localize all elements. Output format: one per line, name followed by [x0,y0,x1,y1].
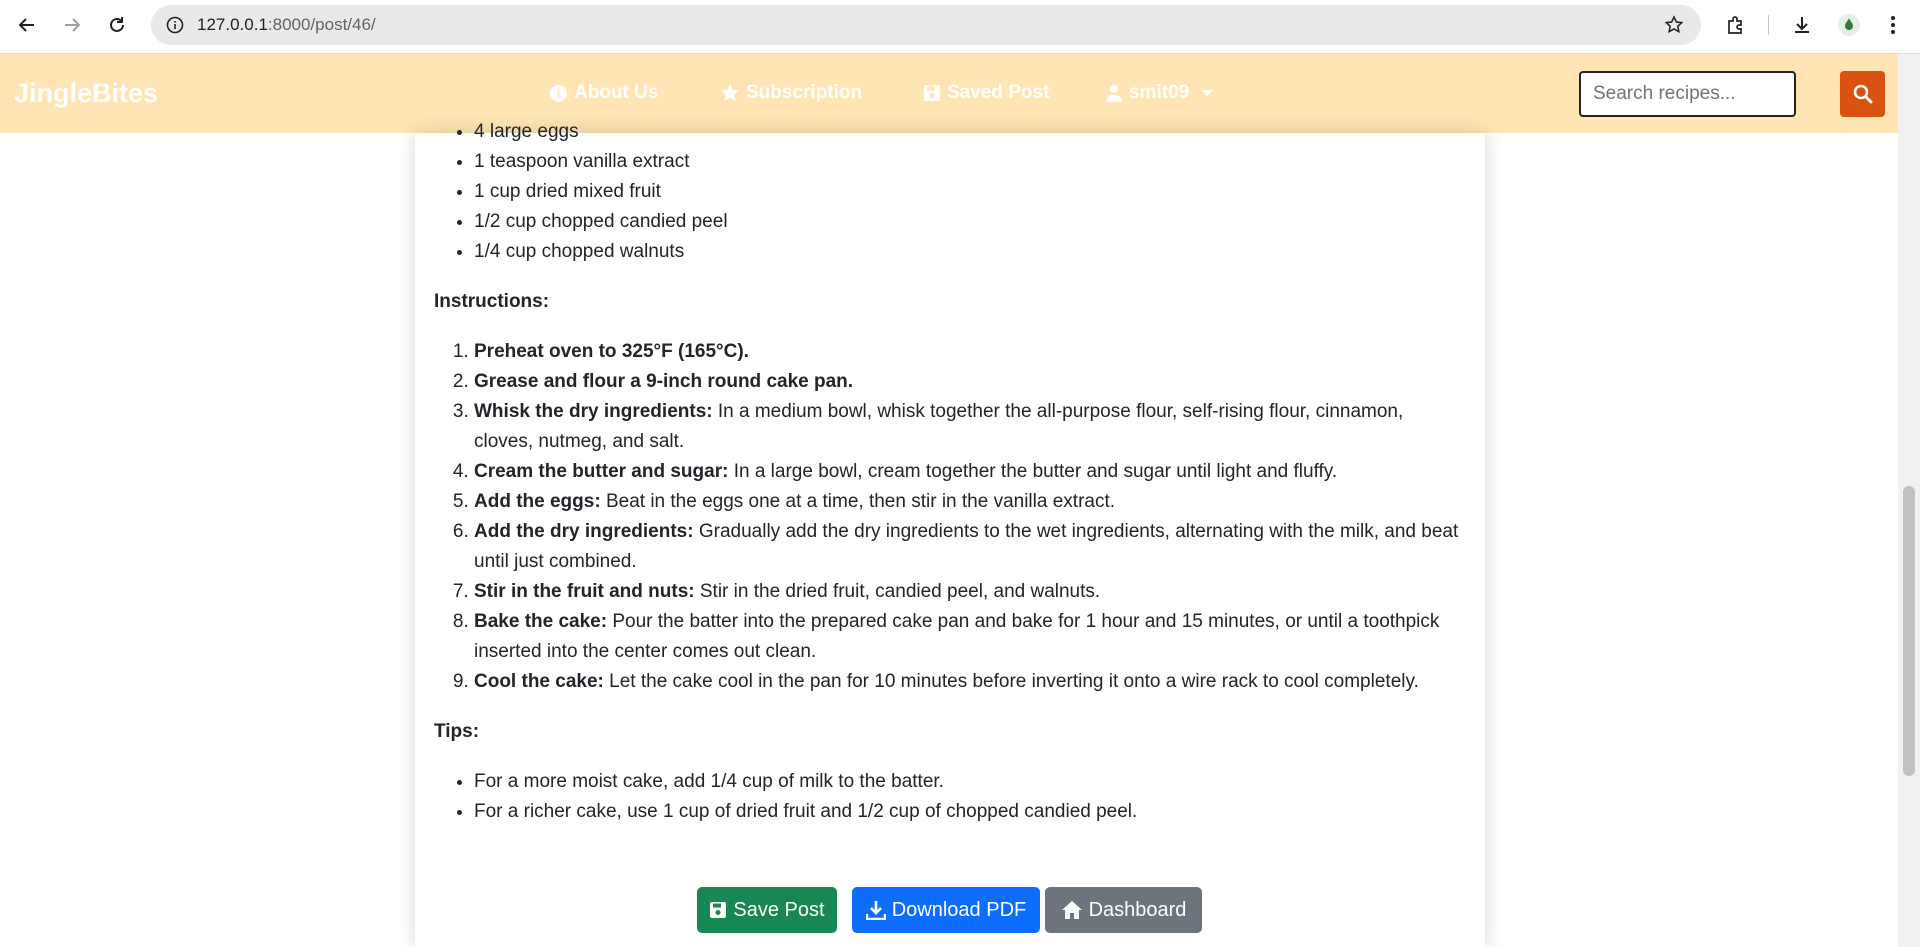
step-text: Pour the batter into the prepared cake p… [474,611,1440,662]
chevron-down-icon [1201,90,1214,96]
save-post-button[interactable]: Save Post [697,887,837,933]
step-title: Grease and flour a 9-inch round cake pan… [474,371,854,392]
reload-icon [110,17,124,32]
step-title: Bake the cake: [474,611,608,632]
floppy-disk-icon [710,902,727,918]
star-icon [721,84,739,101]
list-item: Cool the cake: Let the cake cool in the … [474,667,1464,697]
search-button[interactable] [1840,71,1885,117]
step-text: In a large bowl, cream together the butt… [728,461,1338,482]
nav-saved-post-label: Saved Post [947,82,1050,103]
nav-about-us[interactable]: About Us [549,82,658,104]
list-item: 1/4 cup chopped walnuts [474,237,1464,267]
nav-about-us-label: About Us [574,82,659,103]
search-icon [1853,84,1872,104]
step-title: Whisk the dry ingredients: [474,401,713,422]
back-button[interactable] [12,10,42,40]
forward-arrow-icon [65,18,81,32]
ingredients-list: 4 large eggs 1 teaspoon vanilla extract … [434,117,1464,267]
list-item: Cream the butter and sugar: In a large b… [474,457,1464,487]
home-icon [1061,901,1082,919]
floppy-disk-icon [924,85,940,101]
list-item: Bake the cake: Pour the batter into the … [474,607,1464,667]
list-item: Whisk the dry ingredients: In a medium b… [474,397,1464,457]
instructions-list: Preheat oven to 325°F (165°C). Grease an… [434,337,1464,697]
url-text: 127.0.0.1:8000/post/46/ [197,15,376,35]
address-bar[interactable]: 127.0.0.1:8000/post/46/ [151,5,1701,45]
info-circle-icon [549,84,568,102]
toolbar-divider [1768,15,1769,35]
nav-saved-post[interactable]: Saved Post [923,82,1049,104]
download-icon [865,901,886,920]
tips-heading: Tips: [434,721,480,742]
step-title: Add the eggs: [474,491,601,512]
page-scrollbar[interactable] [1898,54,1920,947]
list-item: 1 cup dried mixed fruit [474,177,1464,207]
step-text: Beat in the eggs one at a time, then sti… [600,491,1116,512]
instructions-heading: Instructions: [434,291,550,312]
browser-toolbar: 127.0.0.1:8000/post/46/ [0,0,1920,54]
list-item: Preheat oven to 325°F (165°C). [474,337,1464,367]
list-item: Add the eggs: Beat in the eggs one at a … [474,487,1464,517]
dashboard-button[interactable]: Dashboard [1045,887,1202,933]
list-item: Add the dry ingredients: Gradually add t… [474,517,1464,577]
recipe-content: 4 large eggs 1 teaspoon vanilla extract … [434,117,1464,827]
nav-subscription[interactable]: Subscription [720,82,862,104]
browser-menu-icon[interactable] [1879,11,1907,39]
forward-button[interactable] [57,10,87,40]
list-item: For a richer cake, use 1 cup of dried fr… [474,797,1464,827]
nav-user-label: smit09 [1129,82,1190,103]
step-title: Preheat oven to 325°F (165°C). [474,341,749,362]
user-icon [1106,85,1122,102]
save-post-label: Save Post [733,898,825,921]
list-item: Grease and flour a 9-inch round cake pan… [474,367,1464,397]
step-title: Stir in the fruit and nuts: [474,581,695,602]
extensions-icon[interactable] [1722,11,1750,39]
site-info-icon[interactable] [165,15,185,35]
scrollbar-thumb[interactable] [1903,486,1915,776]
tips-list: For a more moist cake, add 1/4 cup of mi… [434,767,1464,827]
step-title: Add the dry ingredients: [474,521,694,542]
step-text: Let the cake cool in the pan for 10 minu… [603,671,1419,692]
search-input[interactable] [1579,71,1796,117]
profile-avatar-icon[interactable] [1835,11,1863,39]
list-item: Stir in the fruit and nuts: Stir in the … [474,577,1464,607]
url-host: 127.0.0.1 [197,15,268,34]
step-title: Cool the cake: [474,671,604,692]
list-item: 1 teaspoon vanilla extract [474,147,1464,177]
step-text: Stir in the dried fruit, candied peel, a… [694,581,1101,602]
dashboard-label: Dashboard [1088,898,1187,921]
step-title: Cream the butter and sugar: [474,461,729,482]
list-item: For a more moist cake, add 1/4 cup of mi… [474,767,1464,797]
download-pdf-label: Download PDF [891,898,1027,921]
nav-user-menu[interactable]: smit09 [1105,82,1214,104]
list-item: 4 large eggs [474,117,1464,147]
url-path: :8000/post/46/ [267,15,376,34]
back-arrow-icon [18,18,34,32]
download-pdf-button[interactable]: Download PDF [852,887,1040,933]
bookmark-star-icon[interactable] [1663,14,1685,36]
brand-logo[interactable]: JingleBites [14,78,158,109]
download-icon[interactable] [1788,11,1816,39]
reload-button[interactable] [102,10,132,40]
list-item: 1/2 cup chopped candied peel [474,207,1464,237]
nav-subscription-label: Subscription [746,82,863,103]
